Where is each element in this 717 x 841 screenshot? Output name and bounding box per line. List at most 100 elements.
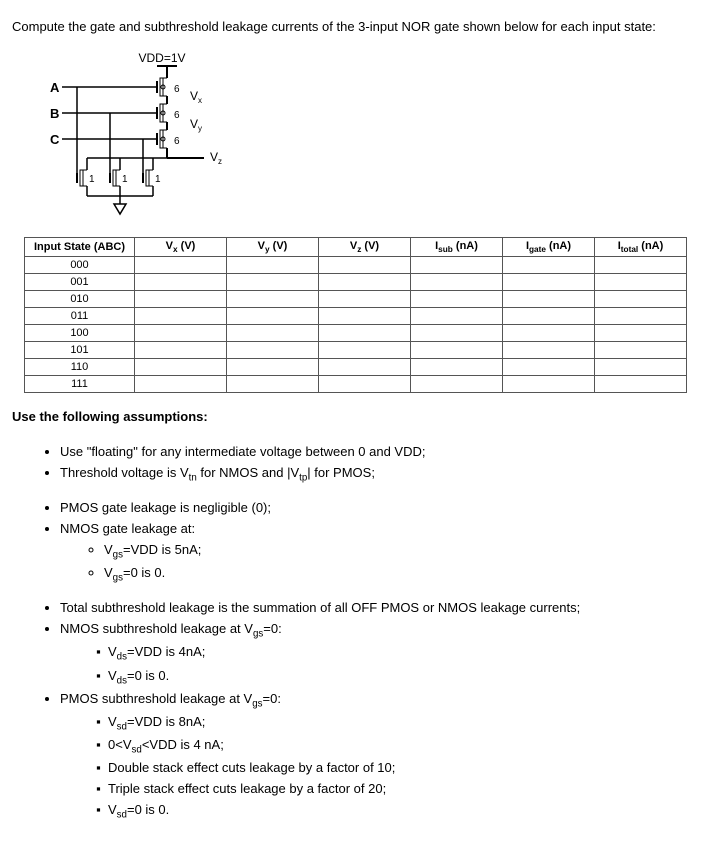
assumptions-list: Use "floating" for any intermediate volt… [60, 442, 705, 486]
cell-empty [595, 257, 687, 274]
cell-input-state: 111 [25, 376, 135, 393]
cell-empty [227, 342, 319, 359]
table-row: 100 [25, 325, 687, 342]
table-row: 101 [25, 342, 687, 359]
cell-empty [503, 257, 595, 274]
cell-empty [227, 291, 319, 308]
cell-empty [411, 325, 503, 342]
assumption-subitem: Vds=VDD is 4nA; [108, 642, 705, 665]
cell-empty [319, 325, 411, 342]
vdd-label: VDD=1V [138, 51, 185, 65]
cell-empty [595, 359, 687, 376]
cell-empty [411, 359, 503, 376]
th-vy: Vy (V) [227, 238, 319, 257]
cell-empty [411, 257, 503, 274]
th-vx: Vx (V) [135, 238, 227, 257]
cell-empty [503, 376, 595, 393]
svg-text:1: 1 [122, 174, 128, 185]
cell-empty [411, 274, 503, 291]
assumptions-heading: Use the following assumptions: [12, 409, 705, 424]
cell-empty [411, 342, 503, 359]
cell-empty [411, 308, 503, 325]
cell-empty [135, 325, 227, 342]
cell-empty [503, 308, 595, 325]
assumption-subitem: Triple stack effect cuts leakage by a fa… [108, 779, 705, 800]
table-row: 011 [25, 308, 687, 325]
cell-empty [135, 274, 227, 291]
cell-empty [503, 359, 595, 376]
table-row: 000 [25, 257, 687, 274]
table-row: 010 [25, 291, 687, 308]
assumption-subitem: Double stack effect cuts leakage by a fa… [108, 758, 705, 779]
svg-text:A: A [50, 80, 60, 95]
th-igate: Igate (nA) [503, 238, 595, 257]
svg-text:6: 6 [174, 136, 180, 147]
table-header-row: Input State (ABC) Vx (V) Vy (V) Vz (V) I… [25, 238, 687, 257]
th-input-state: Input State (ABC) [25, 238, 135, 257]
assumption-subitem: 0<Vsd<VDD is 4 nA; [108, 735, 705, 758]
assumption-subitem: Vds=0 is 0. [108, 666, 705, 689]
cell-empty [227, 257, 319, 274]
question-prompt: Compute the gate and subthreshold leakag… [12, 18, 705, 36]
leakage-table: Input State (ABC) Vx (V) Vy (V) Vz (V) I… [12, 237, 705, 393]
table-row: 001 [25, 274, 687, 291]
assumption-subitem: Vgs=VDD is 5nA; [104, 540, 705, 563]
assumption-item: PMOS subthreshold leakage at Vgs=0: [60, 689, 705, 712]
svg-text:Vy: Vy [190, 117, 202, 133]
cell-empty [135, 342, 227, 359]
cell-empty [319, 291, 411, 308]
cell-empty [319, 342, 411, 359]
assumption-subitem: Vgs=0 is 0. [104, 563, 705, 586]
th-vz: Vz (V) [319, 238, 411, 257]
cell-empty [503, 274, 595, 291]
cell-empty [319, 376, 411, 393]
cell-empty [595, 376, 687, 393]
cell-input-state: 010 [25, 291, 135, 308]
assumption-subitem: Vsd=0 is 0. [108, 800, 705, 823]
cell-empty [135, 257, 227, 274]
svg-text:1: 1 [155, 174, 161, 185]
table-row: 110 [25, 359, 687, 376]
cell-empty [227, 376, 319, 393]
cell-input-state: 110 [25, 359, 135, 376]
cell-empty [227, 308, 319, 325]
assumption-item: Total subthreshold leakage is the summat… [60, 598, 705, 619]
cell-empty [411, 376, 503, 393]
circuit-diagram: VDD=1V 6 Vx 6 Vy [32, 50, 705, 223]
cell-empty [503, 291, 595, 308]
cell-empty [319, 274, 411, 291]
cell-empty [227, 325, 319, 342]
svg-text:Vz: Vz [210, 150, 222, 166]
assumption-item: PMOS gate leakage is negligible (0); [60, 498, 705, 519]
cell-empty [595, 325, 687, 342]
svg-text:1: 1 [89, 174, 95, 185]
cell-empty [503, 342, 595, 359]
svg-text:Vx: Vx [190, 89, 202, 105]
assumption-subitem: Vsd=VDD is 8nA; [108, 712, 705, 735]
cell-empty [135, 291, 227, 308]
table-row: 111 [25, 376, 687, 393]
svg-text:B: B [50, 106, 59, 121]
cell-input-state: 011 [25, 308, 135, 325]
nmos-row: 1 1 1 [77, 158, 167, 214]
svg-text:C: C [50, 132, 60, 147]
assumption-item: Use "floating" for any intermediate volt… [60, 442, 705, 463]
svg-text:6: 6 [174, 110, 180, 121]
cell-empty [227, 359, 319, 376]
assumption-item: NMOS gate leakage at: [60, 519, 705, 540]
th-itotal: Itotal (nA) [595, 238, 687, 257]
cell-input-state: 000 [25, 257, 135, 274]
cell-empty [227, 274, 319, 291]
cell-empty [595, 291, 687, 308]
cell-empty [595, 308, 687, 325]
cell-empty [135, 359, 227, 376]
cell-empty [503, 325, 595, 342]
cell-empty [595, 342, 687, 359]
cell-empty [411, 291, 503, 308]
cell-empty [135, 308, 227, 325]
cell-input-state: 101 [25, 342, 135, 359]
cell-empty [135, 376, 227, 393]
cell-input-state: 001 [25, 274, 135, 291]
pmos-stack: 6 Vx 6 Vy 6 [157, 72, 202, 148]
cell-empty [319, 359, 411, 376]
